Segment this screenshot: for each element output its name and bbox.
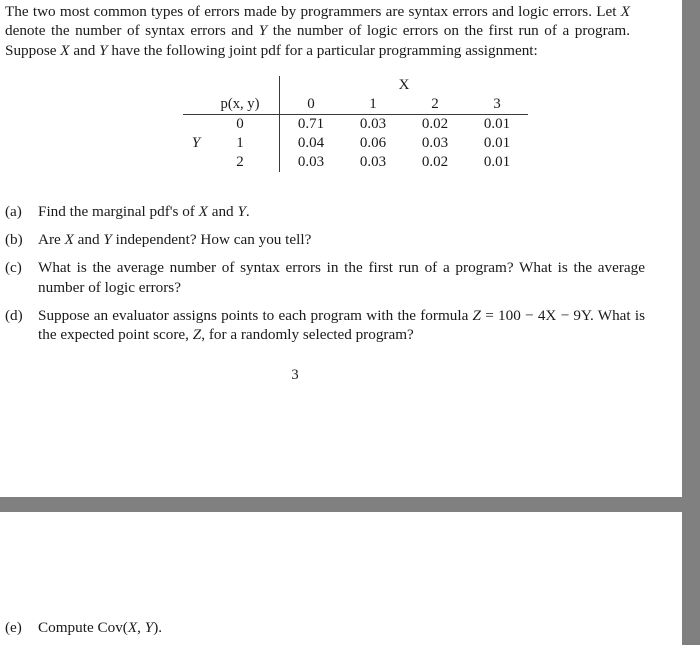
question-marker-b: (b) — [5, 230, 23, 248]
table-row-group-label: Y — [191, 134, 201, 151]
table-row: Y 1 0.04 0.06 0.03 0.01 — [183, 133, 528, 153]
table-cell-r0c2: 0.02 — [421, 115, 449, 132]
table-column-header-1: 1 — [342, 94, 404, 115]
table-cell-r0c3: 0.01 — [483, 115, 511, 132]
joint-pdf-table: X p(x, y) 0 1 2 3 0 0.71 0.03 0.02 0.01 … — [183, 75, 528, 172]
table-spacer-cell-5 — [183, 153, 209, 172]
question-marker-e: (e) — [5, 619, 22, 636]
question-item-c: (c) What is the average number of syntax… — [5, 258, 645, 297]
table-spacer-cell-3 — [183, 94, 209, 115]
table-cell-r2c0: 0.03 — [279, 152, 342, 172]
question-marker-a: (a) — [5, 202, 22, 220]
question-text-c: What is the average number of syntax err… — [38, 259, 645, 296]
question-text-b: Are X and Y independent? How can you tel… — [38, 230, 312, 248]
right-margin-strip — [682, 0, 700, 645]
question-text-e: Compute Cov(X, Y). — [38, 619, 163, 636]
question-list: (a) Find the marginal pdf's of X and Y. … — [5, 202, 645, 345]
page-content: The two most common types of errors made… — [5, 0, 645, 384]
table-row: 2 0.03 0.03 0.02 0.01 — [183, 152, 528, 172]
document-page-bottom: (e) Compute Cov(X, Y). — [0, 512, 682, 645]
table-cell-r1c0: 0.04 — [279, 133, 342, 153]
table-spacer-cell-4 — [183, 114, 209, 134]
table-cell-r1c3: 0.01 — [483, 134, 511, 151]
question-marker-c: (c) — [5, 259, 22, 277]
joint-pdf-table-wrapper: X p(x, y) 0 1 2 3 0 0.71 0.03 0.02 0.01 … — [5, 75, 645, 184]
table-cell-r1c2: 0.03 — [421, 134, 449, 151]
table-column-group-row: X — [183, 75, 528, 95]
document-page-top: The two most common types of errors made… — [0, 0, 682, 497]
intro-paragraph: The two most common types of errors made… — [5, 3, 630, 59]
table-column-group-label: X — [279, 75, 528, 95]
question-item-b: (b) Are X and Y independent? How can you… — [5, 230, 645, 250]
table-cell-r2c2: 0.02 — [421, 153, 449, 170]
table-row-header-2: 2 — [236, 153, 244, 170]
table-cell-r2c3: 0.01 — [483, 153, 511, 170]
page-separator-band — [0, 497, 682, 512]
table-cell-r2c1: 0.03 — [359, 153, 387, 170]
question-marker-d: (d) — [5, 306, 23, 324]
table-cell-r0c0: 0.71 — [279, 114, 342, 134]
table-corner-label: p(x, y) — [209, 94, 280, 115]
table-header-row: p(x, y) 0 1 2 3 — [183, 94, 528, 115]
table-column-header-2: 2 — [404, 94, 466, 115]
table-spacer-cell-2 — [209, 76, 280, 95]
table-column-header-3: 3 — [466, 94, 528, 115]
table-row-header-0: 0 — [236, 115, 244, 132]
question-item-a: (a) Find the marginal pdf's of X and Y. — [5, 202, 645, 222]
table-spacer-cell — [183, 76, 209, 95]
question-item-e: (e) Compute Cov(X, Y). — [5, 618, 645, 638]
page-number: 3 — [291, 366, 299, 383]
table-cell-r0c1: 0.03 — [359, 115, 387, 132]
table-row: 0 0.71 0.03 0.02 0.01 — [183, 114, 528, 134]
question-text-d: Suppose an evaluator assigns points to e… — [38, 306, 646, 344]
table-cell-r1c1: 0.06 — [359, 134, 387, 151]
question-text-a: Find the marginal pdf's of X and Y. — [38, 202, 250, 220]
table-row-header-1: 1 — [236, 134, 244, 151]
scanned-document: The two most common types of errors made… — [0, 0, 682, 645]
table-column-header-0: 0 — [279, 94, 342, 115]
question-item-d: (d) Suppose an evaluator assigns points … — [5, 306, 645, 345]
